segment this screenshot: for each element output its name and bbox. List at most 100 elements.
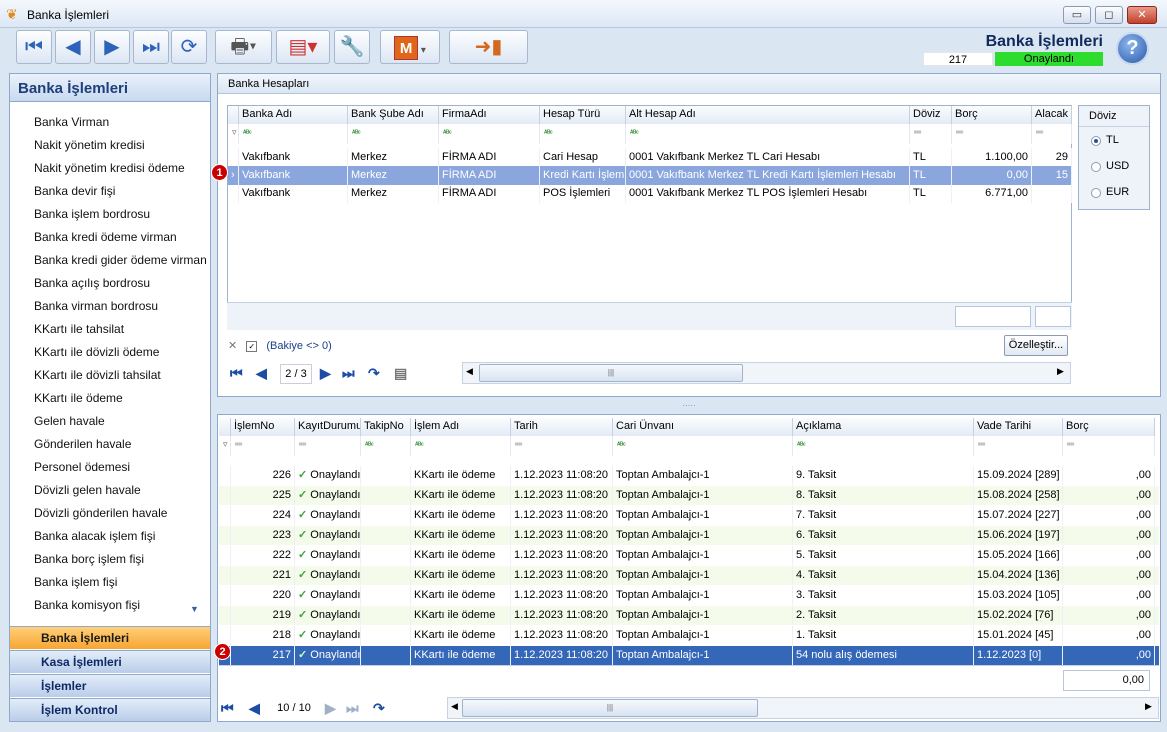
column-filter[interactable]: ═ xyxy=(974,436,1063,456)
column-header[interactable]: Hesap Türü xyxy=(540,106,626,124)
maximize-button[interactable]: ◻ xyxy=(1095,6,1123,24)
first-record-button[interactable]: ⏮ xyxy=(16,30,52,64)
column-filter[interactable]: ═ xyxy=(231,436,295,456)
scroll-left-icon[interactable]: ◀ xyxy=(466,366,473,377)
column-filter[interactable]: ᴬᴮᶜ xyxy=(613,436,793,456)
mailbox-button[interactable]: M ▾ xyxy=(380,30,440,64)
sidebar-item[interactable]: Dövizli gelen havale xyxy=(34,480,141,500)
table-row[interactable]: 224 ✓ Onaylandı KKartı ile ödeme 1.12.2023 … xyxy=(219,506,1159,525)
pager-prev-icon[interactable]: ◀ xyxy=(256,365,267,382)
row-indicator[interactable] xyxy=(219,506,231,525)
radio-tl[interactable] xyxy=(1091,136,1101,146)
row-indicator[interactable] xyxy=(219,586,231,605)
customize-button[interactable]: Özelleştir... xyxy=(1004,335,1068,356)
tools-button[interactable]: 🔧 xyxy=(334,30,370,64)
table-row[interactable]: Vakıfbank Merkez FİRMA ADI Cari Hesap 0001 V… xyxy=(228,148,1072,167)
sidebar-item[interactable]: Banka kredi ödeme virman xyxy=(34,227,177,247)
sidebar-item[interactable]: KKartı ile ödeme xyxy=(34,388,123,408)
column-header[interactable]: Borç xyxy=(1063,418,1155,436)
row-indicator[interactable]: › xyxy=(228,166,239,185)
row-indicator[interactable] xyxy=(228,184,239,203)
exit-button[interactable]: ➜▮ xyxy=(449,30,528,64)
column-filter[interactable]: ═ xyxy=(952,124,1032,144)
pager-refresh-icon[interactable]: ↷ xyxy=(373,700,385,717)
sidebar-item[interactable]: Banka işlem bordrosu xyxy=(34,204,150,224)
export-pdf-button[interactable]: ▤▾ xyxy=(276,30,330,64)
pager-edit-icon[interactable]: ▤ xyxy=(394,365,407,382)
row-indicator[interactable] xyxy=(219,606,231,625)
sidebar-item[interactable]: Banka kredi gider ödeme virman xyxy=(34,250,207,270)
table-row[interactable]: 226 ✓ Onaylandı KKartı ile ödeme 1.12.2023 … xyxy=(219,466,1159,485)
table-row[interactable]: 218 ✓ Onaylandı KKartı ile ödeme 1.12.2023 … xyxy=(219,626,1159,645)
column-header[interactable]: Borç xyxy=(952,106,1032,124)
pager-first-icon[interactable]: ⏮ xyxy=(221,700,234,717)
column-header[interactable]: FirmaAdı xyxy=(439,106,540,124)
column-filter[interactable]: ═ xyxy=(910,124,952,144)
sidebar-item[interactable]: Nakit yönetim kredisi xyxy=(34,135,145,155)
radio-usd[interactable] xyxy=(1091,162,1101,172)
sidebar-item[interactable]: Personel ödemesi xyxy=(34,457,130,477)
minimize-button[interactable]: ▭ xyxy=(1063,6,1091,24)
row-indicator[interactable] xyxy=(228,148,239,167)
column-filter[interactable]: ᴬᴮᶜ xyxy=(348,124,439,144)
nav-group-kasa[interactable]: Kasa İşlemleri xyxy=(10,650,210,673)
transactions-hscroll[interactable]: ◀ ||| ▶ xyxy=(447,697,1159,719)
column-filter[interactable]: ᴬᴮᶜ xyxy=(626,124,910,144)
scroll-left-icon[interactable]: ◀ xyxy=(451,701,458,712)
scroll-down-icon[interactable]: ▼ xyxy=(190,604,202,614)
sidebar-item[interactable]: Banka devir fişi xyxy=(34,181,115,201)
sidebar-item[interactable]: KKartı ile tahsilat xyxy=(34,319,124,339)
help-button[interactable]: ? xyxy=(1116,32,1149,65)
row-indicator[interactable] xyxy=(219,486,231,505)
table-row[interactable]: 225 ✓ Onaylandı KKartı ile ödeme 1.12.2023 … xyxy=(219,486,1159,505)
filter-icon[interactable]: ▿ xyxy=(219,436,231,456)
column-header[interactable]: TakipNo xyxy=(361,418,411,436)
scroll-thumb[interactable]: ||| xyxy=(462,699,758,717)
print-button[interactable]: 🖶▾ xyxy=(215,30,272,64)
column-header[interactable]: Cari Ünvanı xyxy=(613,418,793,436)
column-header[interactable]: Döviz xyxy=(910,106,952,124)
sidebar-item[interactable]: Banka işlem fişi xyxy=(34,572,117,592)
table-row[interactable]: 217 ✓ Onaylandı KKartı ile ödeme 1.12.2023 … xyxy=(219,646,1159,665)
clear-filter-icon[interactable]: ✕ xyxy=(228,340,237,352)
sidebar-item[interactable]: Banka Virman xyxy=(34,112,109,132)
filter-checkbox[interactable]: ✓ xyxy=(246,340,258,352)
column-header[interactable]: Vade Tarihi xyxy=(974,418,1063,436)
pager-refresh-icon[interactable]: ↷ xyxy=(368,365,380,382)
table-row[interactable]: 219 ✓ Onaylandı KKartı ile ödeme 1.12.2023 … xyxy=(219,606,1159,625)
column-filter[interactable]: ═ xyxy=(1032,124,1072,144)
prev-record-button[interactable]: ◀ xyxy=(55,30,91,64)
sidebar-item[interactable]: Banka alacak işlem fişi xyxy=(34,526,155,546)
sidebar-item[interactable]: Banka açılış bordrosu xyxy=(34,273,150,293)
column-filter[interactable]: ᴬᴮᶜ xyxy=(540,124,626,144)
column-header[interactable]: Tarih xyxy=(511,418,613,436)
column-filter[interactable]: ═ xyxy=(511,436,613,456)
table-row[interactable]: 221 ✓ Onaylandı KKartı ile ödeme 1.12.2023 … xyxy=(219,566,1159,585)
row-indicator[interactable] xyxy=(219,566,231,585)
radio-eur[interactable] xyxy=(1091,188,1101,198)
last-record-button[interactable]: ⏭ xyxy=(133,30,169,64)
pager-last-icon[interactable]: ⏭ xyxy=(342,365,355,382)
sidebar-item[interactable]: Banka virman bordrosu xyxy=(34,296,158,316)
row-indicator[interactable] xyxy=(219,466,231,485)
table-row[interactable]: 220 ✓ Onaylandı KKartı ile ödeme 1.12.2023 … xyxy=(219,586,1159,605)
pager-first-icon[interactable]: ⏮ xyxy=(230,365,243,382)
filter-icon[interactable]: ▿ xyxy=(228,124,239,144)
column-header[interactable]: Alacak xyxy=(1032,106,1072,124)
nav-group-islemler[interactable]: İşlemler xyxy=(10,674,210,697)
scroll-right-icon[interactable]: ▶ xyxy=(1145,701,1152,712)
sidebar-item[interactable]: KKartı ile dövizli ödeme xyxy=(34,342,159,362)
column-filter[interactable]: ═ xyxy=(1063,436,1155,456)
sidebar-item[interactable]: Nakit yönetim kredisi ödeme xyxy=(34,158,185,178)
column-header[interactable]: KayıtDurumu xyxy=(295,418,361,436)
sidebar-item[interactable]: Banka komisyon fişi xyxy=(34,595,140,615)
sidebar-item[interactable]: Banka borç işlem fişi xyxy=(34,549,144,569)
column-filter[interactable]: ᴬᴮᶜ xyxy=(361,436,411,456)
row-indicator[interactable] xyxy=(219,526,231,545)
sidebar-item[interactable]: Dövizli gönderilen havale xyxy=(34,503,167,523)
column-header[interactable]: İşlem Adı xyxy=(411,418,511,436)
sidebar-item[interactable]: Gelen havale xyxy=(34,411,105,431)
table-row[interactable]: Vakıfbank Merkez FİRMA ADI POS İşlemleri 000… xyxy=(228,184,1072,203)
column-header[interactable]: Bank Şube Adı xyxy=(348,106,439,124)
column-filter[interactable]: ᴬᴮᶜ xyxy=(793,436,974,456)
